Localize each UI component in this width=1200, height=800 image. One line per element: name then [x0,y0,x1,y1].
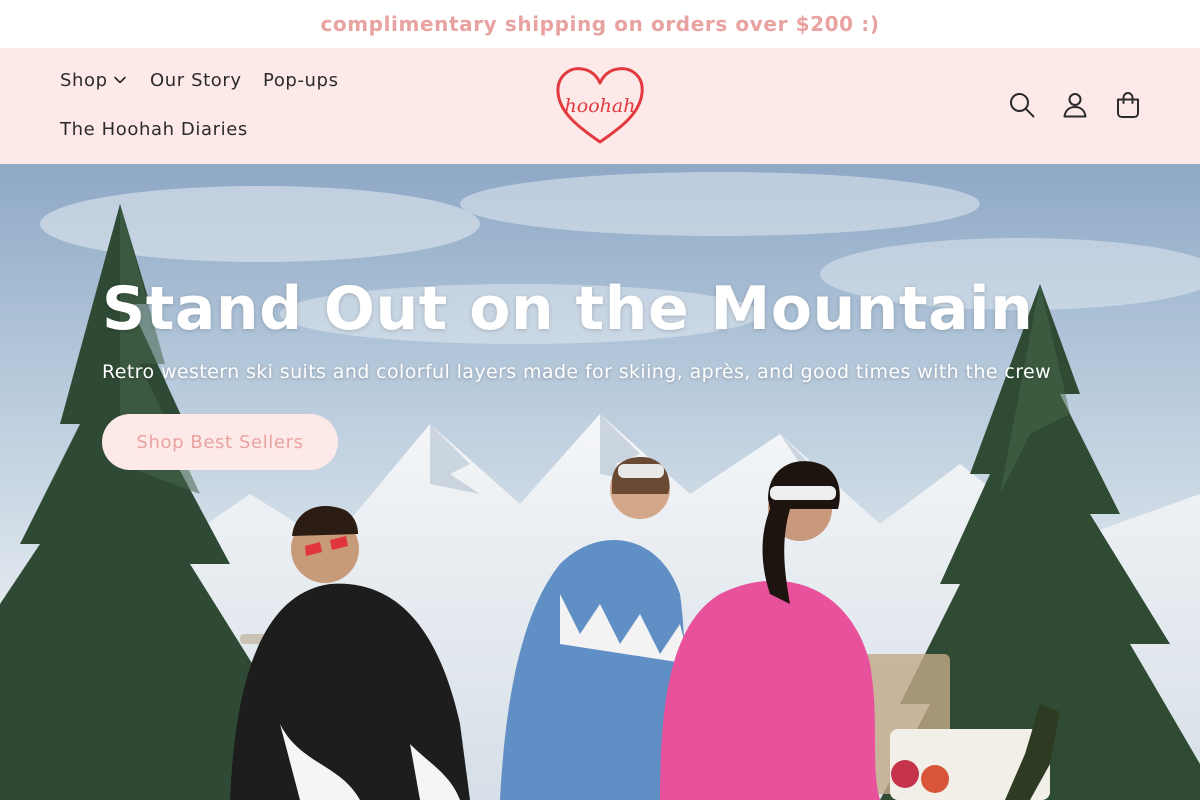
logo-text: hoohah [565,95,636,117]
hero-subtitle: Retro western ski suits and colorful lay… [102,361,1052,383]
hero-title: Stand Out on the Mountain [102,274,1034,344]
nav-our-story[interactable]: Our Story [150,70,242,91]
nav-shop[interactable]: Shop [60,70,108,91]
announcement-bar: complimentary shipping on orders over $2… [0,0,1200,48]
shop-best-sellers-button[interactable]: Shop Best Sellers [102,414,338,470]
search-icon[interactable] [1008,91,1036,119]
announcement-text: complimentary shipping on orders over $2… [320,12,880,36]
chevron-down-icon[interactable] [114,76,126,84]
nav-hoohah-diaries[interactable]: The Hoohah Diaries [60,119,248,140]
heart-logo-icon[interactable]: hoohah [553,64,647,146]
hero-banner: Stand Out on the Mountain Retro western … [0,164,1200,800]
account-icon[interactable] [1061,91,1089,119]
site-header: Shop Our Story Pop-ups The Hoohah Diarie… [0,48,1200,164]
cart-icon[interactable] [1114,91,1142,119]
nav-popups[interactable]: Pop-ups [263,70,339,91]
hero-image [0,172,1200,800]
